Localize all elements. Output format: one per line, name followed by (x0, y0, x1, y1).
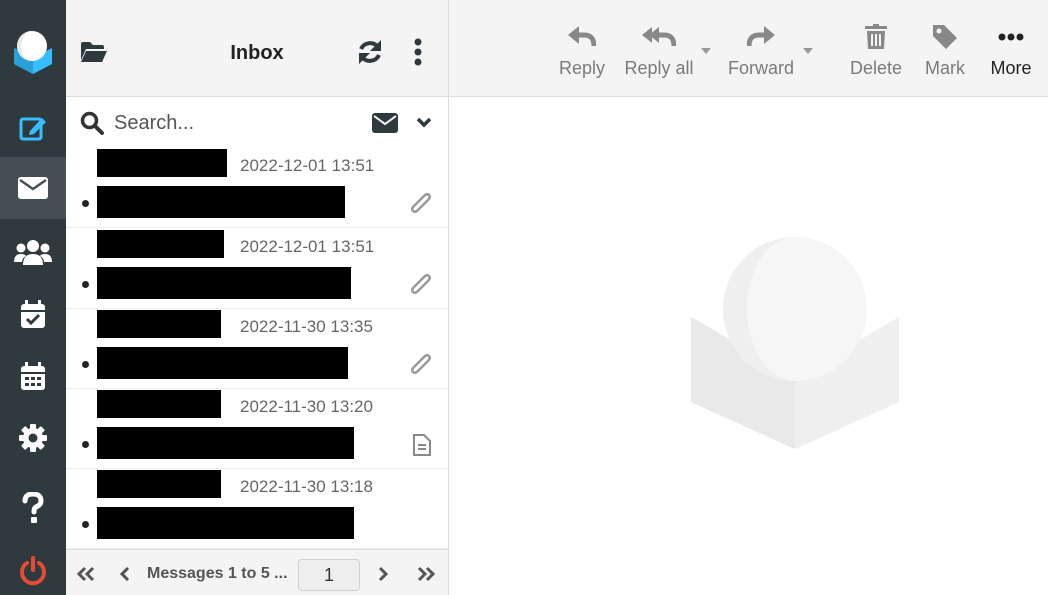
question-icon (22, 492, 44, 524)
message-subject-redacted (97, 267, 351, 299)
message-sender-redacted (97, 149, 227, 177)
envelope-icon (17, 176, 49, 200)
unread-dot (82, 521, 89, 528)
reply-all-dropdown-icon[interactable] (701, 48, 711, 54)
delete-label: Delete (849, 58, 903, 78)
message-subject-redacted (97, 186, 345, 218)
previous-page-icon[interactable] (118, 566, 132, 587)
message-list-header: Inbox (66, 0, 448, 97)
message-preview-pane (449, 97, 1048, 595)
search-bar (66, 97, 448, 149)
paperclip-icon (408, 353, 434, 384)
message-row[interactable]: 2022-11-30 13:35 (66, 309, 448, 389)
settings-nav-button[interactable] (0, 407, 66, 469)
message-list-panel: Inbox Search... 2022-12-01 13:51 2022-12… (66, 0, 448, 595)
message-toolbar: Reply Reply all Forward Delete Mark More (449, 0, 1048, 97)
page-number-input[interactable]: 1 (298, 559, 360, 591)
gear-icon (19, 424, 47, 452)
message-date: 2022-11-30 13:20 (240, 397, 373, 416)
contacts-nav-button[interactable] (0, 221, 66, 283)
forward-dropdown-icon[interactable] (803, 48, 813, 54)
paperclip-icon (408, 273, 434, 304)
reply-all-button[interactable]: Reply all (624, 20, 711, 79)
reply-icon (558, 20, 606, 54)
delete-button[interactable]: Delete (847, 20, 905, 79)
folder-title: Inbox (230, 42, 284, 64)
calendar-nav-button[interactable] (0, 345, 66, 407)
search-input[interactable] (114, 109, 364, 137)
message-sender-redacted (97, 230, 224, 258)
mark-label: Mark (925, 58, 965, 78)
message-count-text: Messages 1 to 5 ... (147, 565, 288, 582)
last-page-icon[interactable] (416, 566, 436, 587)
message-row[interactable]: 2022-11-30 13:20 (66, 389, 448, 469)
message-row[interactable]: 2022-11-30 13:18 (66, 469, 448, 549)
compose-icon (18, 113, 48, 143)
message-subject-redacted (97, 427, 354, 459)
app-navigation-rail (0, 0, 66, 595)
message-subject-redacted (97, 347, 348, 379)
chevron-down-icon[interactable] (416, 116, 432, 134)
refresh-icon[interactable] (356, 38, 384, 71)
users-icon (14, 238, 52, 266)
paperclip-icon (408, 192, 434, 223)
logout-nav-button[interactable] (0, 540, 66, 595)
message-row[interactable]: 2022-12-01 13:51 (66, 148, 448, 228)
search-scope-envelope-icon[interactable] (372, 113, 398, 138)
calendar-icon (20, 361, 46, 391)
more-label: More (990, 58, 1032, 78)
unread-dot (82, 361, 89, 368)
pagination-bar: Messages 1 to 5 ... 1 (66, 549, 448, 595)
message-row[interactable]: 2022-12-01 13:51 (66, 229, 448, 309)
roundcube-logo[interactable] (10, 28, 56, 74)
next-page-icon[interactable] (376, 566, 390, 587)
message-subject-redacted (97, 507, 354, 539)
unread-dot (82, 441, 89, 448)
unread-dot (82, 281, 89, 288)
list-options-icon[interactable] (413, 38, 423, 71)
message-date: 2022-11-30 13:18 (240, 477, 373, 496)
reply-all-icon (624, 20, 694, 54)
reply-button[interactable]: Reply (558, 20, 606, 79)
more-dots-icon (986, 20, 1036, 54)
roundcube-watermark-logo (689, 237, 901, 454)
message-date: 2022-11-30 13:35 (240, 317, 373, 336)
more-button[interactable]: More (986, 20, 1036, 79)
help-nav-button[interactable] (0, 477, 66, 539)
message-sender-redacted (97, 390, 221, 418)
power-icon (18, 556, 48, 586)
forward-label: Forward (727, 58, 794, 78)
message-date: 2022-12-01 13:51 (240, 156, 375, 175)
trash-icon (847, 20, 905, 54)
first-page-icon[interactable] (76, 566, 96, 587)
unread-dot (82, 200, 89, 207)
message-sender-redacted (97, 310, 221, 338)
compose-button[interactable] (0, 97, 66, 159)
tasks-nav-button[interactable] (0, 283, 66, 345)
forward-button[interactable]: Forward (727, 20, 813, 79)
message-sender-redacted (97, 470, 221, 498)
reply-all-label: Reply all (624, 58, 694, 78)
mark-button[interactable]: Mark (921, 20, 969, 79)
search-icon[interactable] (80, 111, 104, 140)
tag-icon (921, 20, 969, 54)
mail-nav-button[interactable] (0, 157, 66, 219)
reply-label: Reply (558, 58, 606, 78)
calendar-check-icon (20, 299, 46, 329)
forward-icon (727, 20, 795, 54)
message-date: 2022-12-01 13:51 (240, 237, 375, 256)
document-icon (412, 433, 432, 462)
